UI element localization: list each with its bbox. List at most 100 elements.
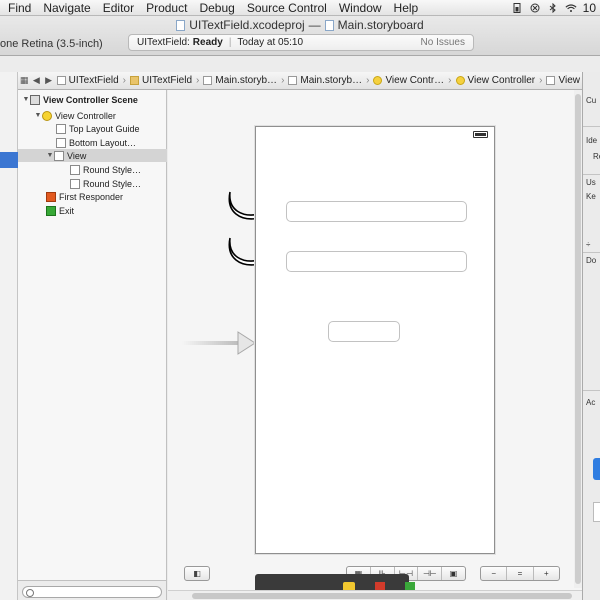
back-button[interactable]: ◀ — [30, 75, 42, 86]
navigator-selection[interactable] — [0, 152, 18, 168]
folder-icon — [130, 76, 140, 85]
scrollbar-thumb[interactable] — [575, 94, 581, 584]
zoom-out-button[interactable]: − — [481, 567, 508, 580]
activity-separator: | — [228, 37, 232, 48]
inspector-divider — [583, 126, 600, 127]
breadcrumb-label: View Contr… — [385, 75, 445, 86]
storyboard-icon — [288, 76, 298, 85]
vertical-scrollbar[interactable] — [574, 90, 582, 588]
inspector-label: Do — [586, 256, 597, 265]
breadcrumb-view[interactable]: View — [544, 75, 582, 86]
outline-item-view-controller[interactable]: ▼ View Controller — [18, 109, 167, 122]
round-style-text-field[interactable] — [286, 251, 467, 272]
clock-text[interactable]: 10 — [583, 1, 596, 15]
breadcrumb-storyboard-base[interactable]: Main.storyb… — [286, 75, 364, 86]
activity-state: Ready — [192, 37, 223, 48]
inspector-label: Re — [593, 152, 600, 161]
battery-status-icon[interactable] — [511, 3, 523, 13]
storyboard-canvas[interactable] — [168, 90, 582, 590]
round-style-text-field[interactable] — [286, 201, 467, 222]
outline-label: View Controller Scene — [43, 94, 138, 105]
breadcrumb-project[interactable]: UITextField — [55, 75, 121, 86]
round-style-text-field[interactable] — [328, 321, 400, 342]
menu-navigate[interactable]: Navigate — [37, 1, 96, 15]
outline-item-exit[interactable]: Exit — [18, 204, 167, 217]
sync-icon[interactable] — [529, 3, 541, 13]
project-file-icon — [176, 19, 186, 31]
storyboard-file-icon — [324, 19, 334, 31]
breadcrumb-label: UITextField — [142, 75, 193, 86]
document-outline: ▼ View Controller Scene ▼ View Controlle… — [18, 90, 167, 580]
breadcrumb-label: View — [558, 75, 580, 86]
horizontal-scrollbar[interactable] — [168, 590, 582, 600]
outline-item-text-field-1[interactable]: Round Style… — [18, 163, 167, 176]
disclosure-triangle-icon[interactable]: ▼ — [46, 152, 54, 159]
activity-project: UITextField: — [137, 37, 190, 48]
initial-view-controller-arrow-icon[interactable] — [182, 330, 258, 356]
bluetooth-icon[interactable] — [547, 3, 559, 13]
breadcrumb-label: View Controller — [467, 75, 536, 86]
exit-icon — [46, 205, 56, 216]
related-items-icon[interactable]: ▦ — [18, 75, 30, 86]
battery-icon — [473, 131, 488, 138]
activity-time: Today at 05:10 — [237, 37, 304, 48]
view-controller-icon — [42, 110, 52, 121]
breadcrumb-storyboard[interactable]: Main.storyb… — [201, 75, 279, 86]
outline-item-text-field-2[interactable]: Round Style… — [18, 177, 167, 190]
menu-debug[interactable]: Debug — [193, 1, 240, 15]
outline-item-bottom-layout-guide[interactable]: Bottom Layout… — [18, 136, 167, 149]
menu-bar: Find Navigate Editor Product Debug Sourc… — [0, 0, 600, 16]
inspector-label: Ide — [586, 136, 598, 145]
menu-editor[interactable]: Editor — [97, 1, 140, 15]
menu-find[interactable]: Find — [0, 1, 37, 15]
outline-label: Exit — [59, 205, 75, 216]
breadcrumb-scene[interactable]: View Contr… — [371, 75, 446, 86]
outline-item-scene[interactable]: ▼ View Controller Scene — [18, 93, 167, 106]
inspector-label: Cu — [586, 96, 597, 105]
outline-footer — [18, 580, 167, 600]
library-tab-button[interactable] — [593, 458, 600, 480]
wifi-icon[interactable] — [565, 3, 577, 13]
disclosure-triangle-icon[interactable]: ▼ — [34, 112, 42, 119]
outline-item-top-layout-guide[interactable]: Top Layout Guide — [18, 122, 167, 135]
layout-guide-icon — [56, 137, 66, 148]
show-outline-button[interactable]: ◧ — [184, 566, 210, 581]
inspector-label[interactable]: ÷ — [586, 240, 600, 249]
inspector-label: Ke — [586, 192, 596, 201]
scene-icon — [30, 94, 40, 105]
library-item[interactable] — [593, 502, 600, 522]
breadcrumb-chevron-icon: › — [366, 75, 370, 86]
activity-issues[interactable]: No Issues — [421, 37, 465, 48]
title-separator: — — [308, 18, 321, 32]
breadcrumb-chevron-icon: › — [281, 75, 285, 86]
breadcrumb-folder[interactable]: UITextField — [128, 75, 194, 86]
menu-source-control[interactable]: Source Control — [241, 1, 333, 15]
menu-window[interactable]: Window — [333, 1, 388, 15]
disclosure-triangle-icon[interactable]: ▼ — [22, 96, 30, 103]
zoom-in-button[interactable]: + — [534, 567, 559, 580]
storyboard-icon — [203, 76, 213, 85]
outline-item-view[interactable]: ▼ View — [18, 149, 167, 162]
outline-item-first-responder[interactable]: First Responder — [18, 190, 167, 203]
project-file-name: UITextField.xcodeproj — [189, 18, 305, 32]
resolve-button[interactable]: ⊣⊢ — [418, 567, 443, 580]
forward-button[interactable]: ▶ — [42, 75, 54, 86]
scrollbar-thumb[interactable] — [192, 593, 572, 599]
iphone-scene-view[interactable] — [255, 126, 495, 554]
menu-help[interactable]: Help — [388, 1, 425, 15]
inspector-label: Ac — [586, 398, 596, 407]
outline-label: First Responder — [59, 191, 124, 202]
menu-product[interactable]: Product — [140, 1, 193, 15]
resize-button[interactable]: ▣ — [442, 567, 465, 580]
zoom-actual-button[interactable]: = — [507, 567, 534, 580]
breadcrumb-view-controller[interactable]: View Controller — [454, 75, 538, 86]
scheme-destination[interactable]: one Retina (3.5-inch) — [0, 38, 103, 50]
breadcrumb-chevron-icon: › — [539, 75, 543, 86]
outline-label: Round Style… — [83, 178, 142, 189]
inspector-divider — [583, 174, 600, 175]
text-field-icon — [70, 164, 80, 175]
status-icons: 10 — [511, 0, 600, 16]
storyboard-file-name: Main.storyboard — [337, 18, 424, 32]
outline-filter-input[interactable] — [22, 586, 162, 598]
outline-label: View Controller — [55, 110, 116, 121]
